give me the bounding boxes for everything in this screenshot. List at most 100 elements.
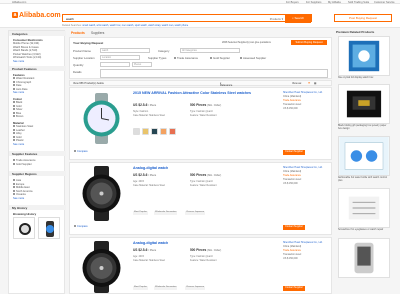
product-name-input[interactable]: watch <box>100 48 150 53</box>
see-more-link[interactable]: See more <box>13 60 24 63</box>
checkbox[interactable] <box>74 150 76 153</box>
alibaba-logo[interactable]: a Alibaba.com <box>12 12 61 19</box>
product-image[interactable] <box>74 166 129 221</box>
product-tag[interactable]: Chinese Japanese <box>185 286 206 290</box>
product-title[interactable]: Analog-digital watch <box>133 241 283 245</box>
watch-icon <box>46 221 54 237</box>
region-filter[interactable]: Oceania <box>13 193 26 196</box>
location-select[interactable]: Location <box>100 55 140 60</box>
premium-product-title[interactable]: Screwdriver for eyeglasses or watch repa… <box>338 228 390 232</box>
trade-assurance-option[interactable]: Trade Assurance <box>174 56 198 60</box>
checkbox[interactable] <box>13 186 15 189</box>
quantity-unit-select[interactable]: Pieces <box>132 62 152 67</box>
history-thumb[interactable] <box>38 217 60 239</box>
checkbox[interactable] <box>13 189 15 192</box>
category-item[interactable]: Wristwatch Tools (2,134) <box>13 56 41 59</box>
product-title[interactable]: 2015 NEW ARRIVAL Fashion Attractive Colo… <box>133 91 283 95</box>
product-attr: Type: Fashion,Quartz <box>190 110 213 113</box>
search-scope-select[interactable]: Products ▾ <box>270 17 283 21</box>
post-buying-request-button[interactable]: Post Buying Request <box>334 14 392 22</box>
product-image[interactable] <box>338 36 390 76</box>
trade-assurance-badge[interactable]: Trade Assurance <box>283 99 301 102</box>
checkbox[interactable] <box>74 225 76 228</box>
product-image[interactable] <box>338 84 390 124</box>
supplier-type-filter[interactable]: Gold Supplier <box>13 163 32 166</box>
search-input[interactable] <box>66 16 266 21</box>
trade-assurance-badge[interactable]: Trade Assurance <box>283 174 301 177</box>
product-image[interactable] <box>338 188 390 228</box>
history-thumb[interactable] <box>13 217 35 239</box>
compare-checkbox[interactable]: Compare <box>74 150 88 153</box>
variant-thumb[interactable] <box>160 128 167 135</box>
transaction-level: Transaction level: <box>283 103 302 106</box>
supplier-name[interactable]: Shenzhen Huan Timepieces Co., Ltd. <box>283 166 323 169</box>
results-toolbar: View 956 Product(s) below Relevance ▾ Vi… <box>69 80 332 87</box>
product-title[interactable]: Analog-digital watch <box>133 166 283 170</box>
gold-supplier-option[interactable]: Gold Supplier <box>210 56 230 60</box>
see-more-link[interactable]: See more <box>13 143 24 146</box>
colour-filter[interactable]: Brown <box>13 115 23 118</box>
checkbox[interactable] <box>13 108 15 111</box>
checkbox[interactable] <box>174 57 176 60</box>
grid-view-icon[interactable]: ▦ <box>314 82 316 85</box>
checkbox[interactable] <box>210 57 212 60</box>
variant-thumb[interactable] <box>169 128 176 135</box>
category-select[interactable]: All Categories <box>180 48 240 53</box>
product-tag[interactable]: Most Popular <box>133 211 148 215</box>
contact-supplier-button[interactable]: Contact Supplier <box>283 150 305 155</box>
checkbox[interactable] <box>13 111 15 114</box>
checkbox[interactable] <box>13 128 15 131</box>
material-filter[interactable]: Plastic <box>13 139 24 142</box>
checkbox[interactable] <box>13 132 15 135</box>
details-textarea[interactable] <box>100 69 328 78</box>
variant-thumb[interactable] <box>142 128 149 135</box>
product-tag[interactable]: Wholesale Decoration <box>154 211 178 215</box>
checkbox[interactable] <box>13 135 15 138</box>
checkbox[interactable] <box>13 179 15 182</box>
checkbox[interactable] <box>13 77 15 80</box>
search-button[interactable]: ⌕ Search <box>285 14 311 23</box>
premium-product-title[interactable]: blue crystal full display watch box <box>338 76 390 80</box>
premium-product-title[interactable]: fashionable hot water bottle with watch … <box>338 176 390 183</box>
checkbox[interactable] <box>13 193 15 196</box>
supplier-type-filter[interactable]: Trade Assurance <box>13 159 36 162</box>
checkbox[interactable] <box>13 101 15 104</box>
quantity-input[interactable] <box>100 62 130 67</box>
submit-buying-request-button[interactable]: Submit Buying Request <box>291 40 327 45</box>
product-tag[interactable]: Most Popular <box>133 286 148 290</box>
sort-select[interactable]: Relevance ▾ <box>220 82 232 86</box>
supplier-name[interactable]: Shenzhen Huan Timepieces Co., Ltd. <box>283 91 323 94</box>
compare-checkbox[interactable]: Compare <box>74 225 88 228</box>
related-search-links[interactable]: smart watch, wrist watch, watch box, men… <box>82 24 188 27</box>
checkbox[interactable] <box>13 182 15 185</box>
product-image[interactable] <box>74 91 129 146</box>
checkbox[interactable] <box>13 80 15 83</box>
contact-supplier-button[interactable]: Contact Supplier <box>283 225 305 230</box>
variant-thumb[interactable] <box>133 128 140 135</box>
checkbox[interactable] <box>13 104 15 107</box>
checkbox[interactable] <box>13 163 15 166</box>
tab-suppliers[interactable]: Suppliers <box>91 31 104 35</box>
checkbox[interactable] <box>13 139 15 142</box>
product-tag[interactable]: Wholesale Decoration <box>154 286 178 290</box>
supplier-name[interactable]: Shenzhen Huan Timepieces Co., Ltd. <box>283 241 323 244</box>
checkbox[interactable] <box>13 115 15 118</box>
product-image[interactable] <box>74 241 129 293</box>
premium-product-title[interactable]: Black folding gift packaging box jewelry… <box>338 124 390 131</box>
see-more-link[interactable]: See more <box>13 91 24 94</box>
checkbox[interactable] <box>13 84 15 87</box>
see-more-link[interactable]: See more <box>13 197 24 200</box>
tab-products[interactable]: Products <box>71 31 85 35</box>
assessed-supplier-option[interactable]: Assessed Supplier <box>240 56 266 60</box>
checkbox[interactable] <box>240 57 242 60</box>
product-image[interactable] <box>338 136 390 176</box>
checkbox[interactable] <box>13 125 15 128</box>
product-tag[interactable]: Chinese Japanese <box>185 211 206 215</box>
contact-supplier-button[interactable]: Contact Supplier <box>283 286 305 291</box>
trade-assurance-badge[interactable]: Trade Assurance <box>283 249 301 252</box>
product-image[interactable] <box>338 238 390 278</box>
checkbox[interactable] <box>13 159 15 162</box>
variant-thumb[interactable] <box>151 128 158 135</box>
checkbox[interactable] <box>13 87 15 90</box>
list-view-icon[interactable]: ☰ <box>308 82 310 85</box>
